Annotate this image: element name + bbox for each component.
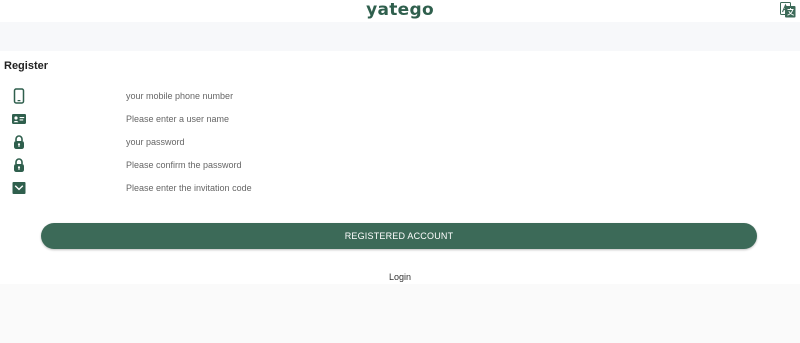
header: yatego xyxy=(0,0,800,22)
username-input[interactable] xyxy=(126,110,686,128)
mobile-phone-icon xyxy=(13,88,25,104)
password-input[interactable] xyxy=(126,133,686,151)
invitation-code-input[interactable] xyxy=(126,179,686,197)
footer-band xyxy=(0,284,800,343)
confirm-password-row xyxy=(0,154,800,176)
login-link[interactable]: Login xyxy=(0,272,800,282)
register-account-button[interactable]: REGISTERED ACCOUNT xyxy=(41,223,757,249)
username-row xyxy=(0,108,800,130)
top-band xyxy=(0,22,800,51)
password-row xyxy=(0,131,800,153)
confirm-password-input[interactable] xyxy=(126,156,686,174)
envelope-icon xyxy=(12,182,26,194)
lock-icon xyxy=(14,135,24,149)
invitation-code-row xyxy=(0,177,800,199)
lock-icon xyxy=(14,158,24,172)
translate-icon[interactable] xyxy=(780,2,796,18)
page-title: Register xyxy=(4,60,49,72)
phone-input[interactable] xyxy=(126,87,686,105)
id-card-icon xyxy=(12,114,26,124)
phone-row xyxy=(0,85,800,107)
logo: yatego xyxy=(366,0,434,20)
